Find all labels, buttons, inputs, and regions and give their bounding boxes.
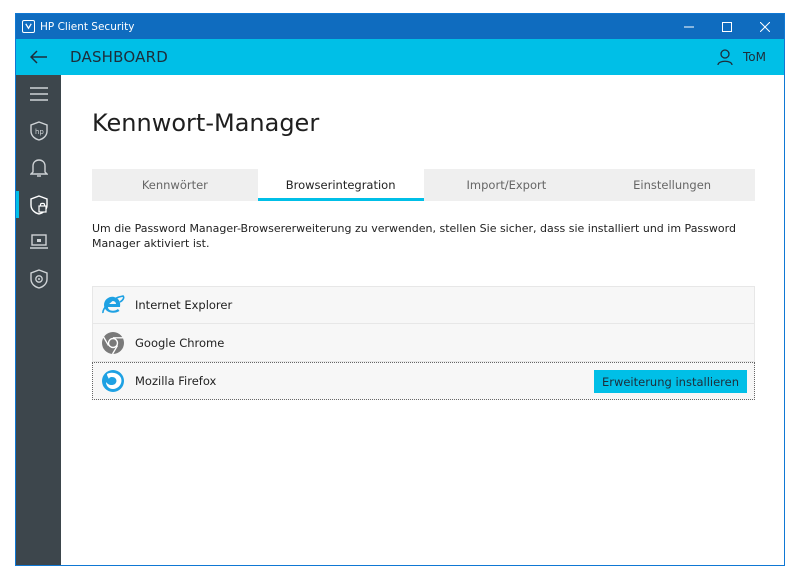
firefox-icon <box>100 368 126 394</box>
header-title: DASHBOARD <box>70 48 168 66</box>
user-icon <box>717 48 733 65</box>
browser-name: Internet Explorer <box>135 298 233 312</box>
tab-import-export[interactable]: Import/Export <box>424 169 590 201</box>
back-arrow-icon <box>30 50 47 64</box>
tab-browserintegration[interactable]: Browserintegration <box>257 169 424 201</box>
minimize-button[interactable] <box>670 14 708 39</box>
menu-icon <box>29 86 48 101</box>
tab-bar: Kennwörter Browserintegration Import/Exp… <box>92 169 755 201</box>
page-title: Kennwort-Manager <box>92 109 320 137</box>
sidebar: hp <box>16 75 61 565</box>
user-menu[interactable]: ToM <box>717 39 766 75</box>
user-name: ToM <box>743 50 766 64</box>
main-content: Kennwort-Manager Kennwörter Browserinteg… <box>61 75 784 565</box>
hp-shield-icon: hp <box>29 120 48 141</box>
gear-shield-icon <box>29 268 48 289</box>
app-window: HP Client Security DASHBOARD ToM hp Kenn… <box>15 13 785 566</box>
laptop-icon <box>29 233 48 249</box>
back-button[interactable] <box>16 39 62 75</box>
sidebar-item-password-manager[interactable] <box>16 186 61 223</box>
browser-name: Google Chrome <box>135 335 225 350</box>
title-bar: HP Client Security <box>16 14 784 39</box>
sidebar-item-notifications[interactable] <box>16 149 61 186</box>
internet-explorer-icon <box>100 292 126 318</box>
hp-app-icon <box>22 20 35 33</box>
sidebar-item-menu[interactable] <box>16 75 61 112</box>
chrome-icon <box>100 330 126 356</box>
bell-icon <box>29 158 48 177</box>
browser-list: Internet Explorer Google Chrome Mozilla … <box>92 286 755 400</box>
maximize-button[interactable] <box>708 14 746 39</box>
install-extension-button[interactable]: Erweiterung installieren <box>593 370 747 393</box>
svg-text:hp: hp <box>35 128 44 136</box>
tab-einstellungen[interactable]: Einstellungen <box>589 169 755 201</box>
sidebar-item-settings[interactable] <box>16 260 61 297</box>
list-item-internet-explorer[interactable]: Internet Explorer <box>92 286 755 324</box>
lock-shield-icon <box>29 194 48 215</box>
description-text: Um die Password Manager-Browsererweiteru… <box>92 222 736 250</box>
tab-kennwoerter[interactable]: Kennwörter <box>92 169 258 201</box>
list-item-mozilla-firefox[interactable]: Mozilla Firefox Erweiterung installieren <box>92 362 755 400</box>
sidebar-item-device[interactable] <box>16 223 61 260</box>
list-item-google-chrome[interactable]: Google Chrome <box>92 324 755 362</box>
close-button[interactable] <box>746 14 784 39</box>
browser-name: Mozilla Firefox <box>135 374 217 388</box>
window-title: HP Client Security <box>40 20 135 33</box>
app-header: DASHBOARD ToM <box>16 39 784 75</box>
sidebar-item-security[interactable]: hp <box>16 112 61 149</box>
